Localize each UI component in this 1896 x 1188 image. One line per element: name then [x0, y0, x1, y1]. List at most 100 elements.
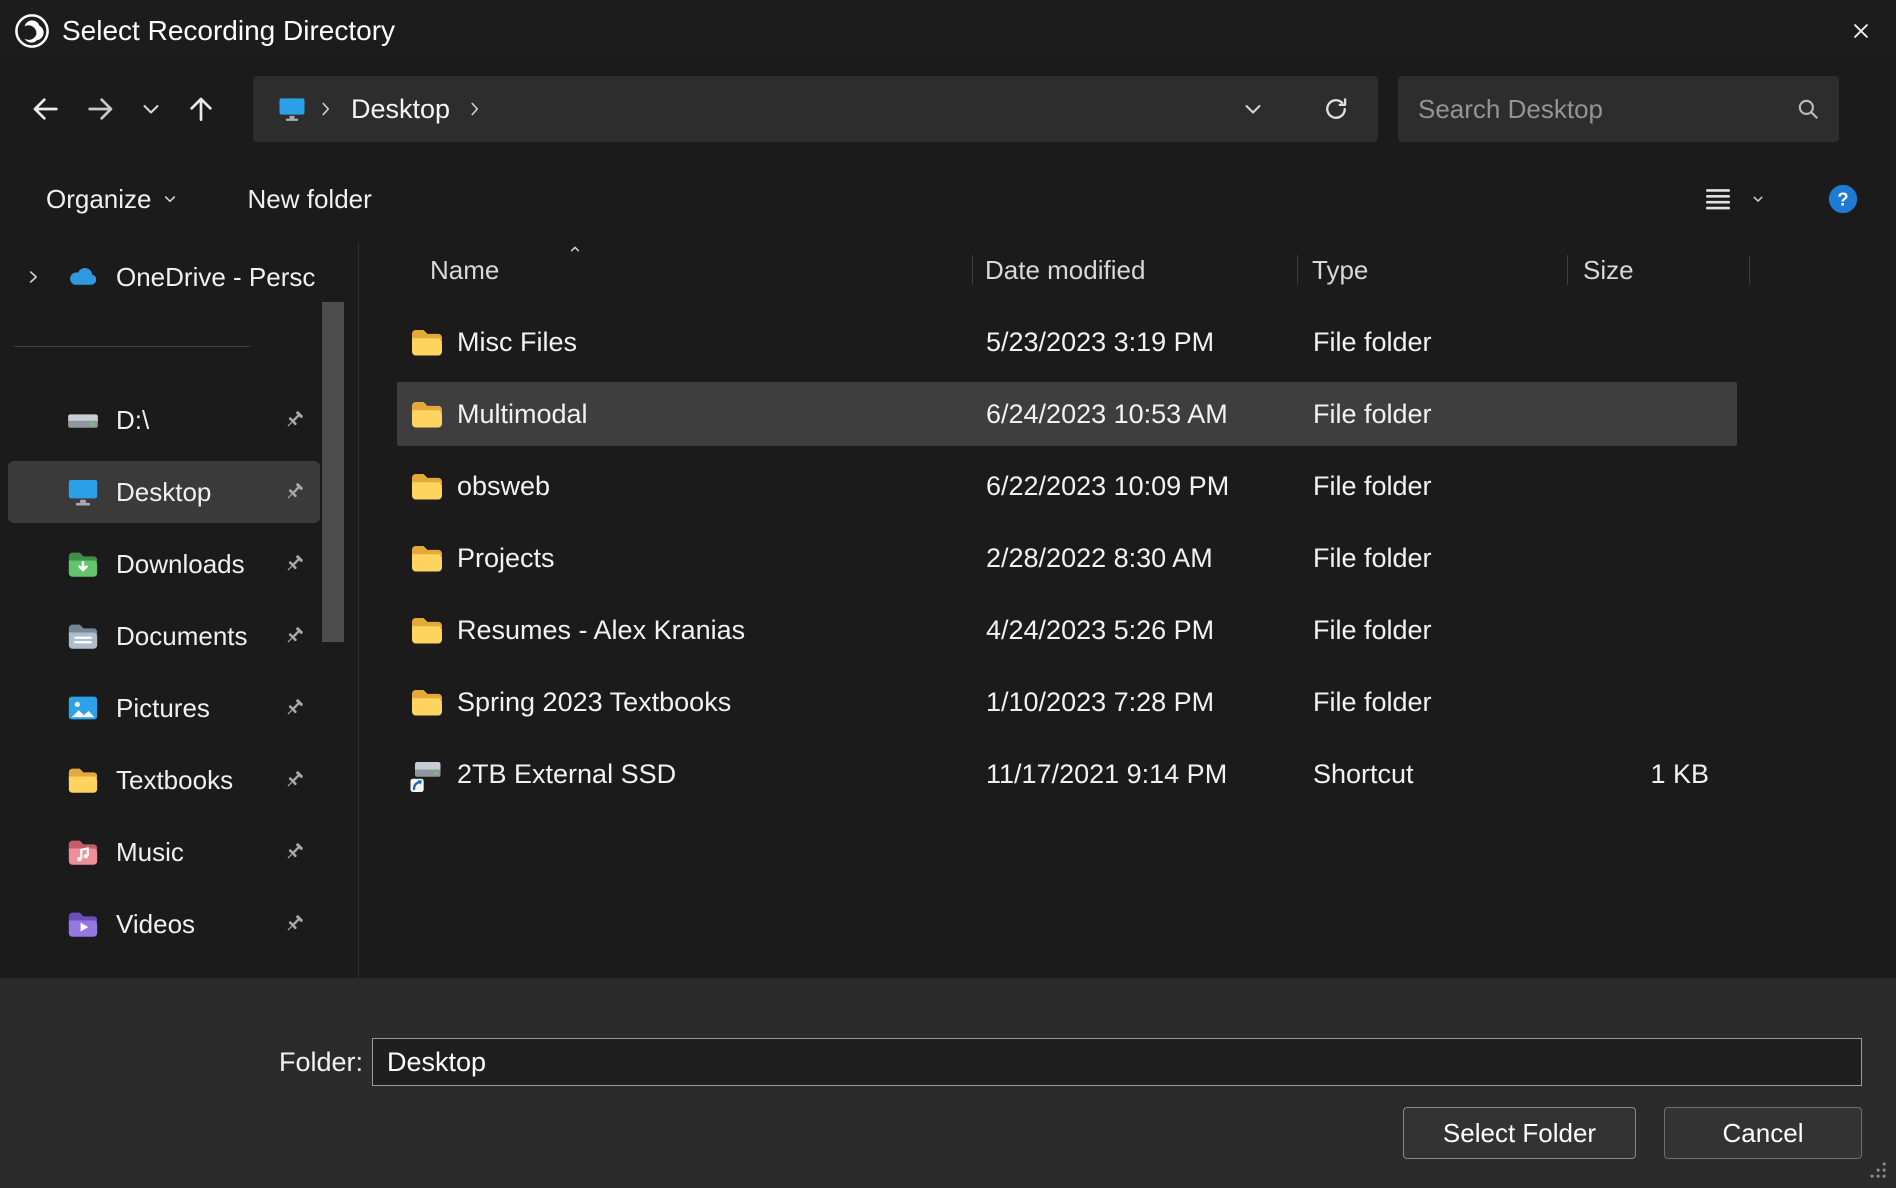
close-button[interactable] — [1826, 0, 1896, 62]
sort-ascending-icon[interactable] — [565, 239, 585, 259]
sidebar-item-d[interactable]: D:\ — [8, 389, 320, 451]
sidebar-item-label: Desktop — [116, 477, 211, 508]
sidebar-item-downloads[interactable]: Downloads — [8, 533, 320, 595]
up-icon — [185, 93, 217, 125]
chevron-down-icon — [162, 191, 178, 207]
column-label: Type — [1312, 255, 1368, 286]
sidebar-item-label: D:\ — [116, 405, 149, 436]
downloads-icon — [66, 547, 102, 581]
organize-label: Organize — [46, 184, 152, 215]
file-type: File folder — [1301, 399, 1571, 430]
navigation-bar: Desktop — [0, 62, 1896, 156]
pin-icon — [282, 840, 306, 864]
file-row-2tb-external-ssd[interactable]: 2TB External SSD11/17/2021 9:14 PMShortc… — [397, 742, 1737, 806]
column-header-date-modified[interactable]: Date modified — [973, 242, 1298, 298]
forward-button[interactable] — [73, 81, 129, 137]
sidebar-item-videos[interactable]: Videos — [8, 893, 320, 955]
details-view-icon — [1702, 183, 1734, 215]
refresh-button[interactable] — [1308, 81, 1364, 137]
column-label: Name — [430, 255, 499, 286]
folder-row: Folder: — [0, 1038, 1862, 1086]
dialog-buttons: Select Folder Cancel — [0, 1107, 1862, 1159]
folder-icon — [66, 763, 100, 797]
help-button[interactable]: ? — [1826, 182, 1860, 216]
organize-button[interactable]: Organize — [42, 174, 182, 225]
file-date-modified: 4/24/2023 5:26 PM — [986, 615, 1301, 646]
file-name-cell: 2TB External SSD — [397, 756, 986, 792]
column-header-type[interactable]: Type — [1298, 242, 1568, 298]
sidebar-item-textbooks[interactable]: Textbooks — [8, 749, 320, 811]
file-row-resumes-alex-kranias[interactable]: Resumes - Alex Kranias 4/24/2023 5:26 PMF… — [397, 598, 1737, 662]
onedrive-icon — [66, 260, 102, 294]
sidebar-divider — [14, 346, 250, 347]
file-row-spring-2023-textbooks[interactable]: Spring 2023 Textbooks1/10/2023 7:28 PMFi… — [397, 670, 1737, 734]
sidebar-item-desktop[interactable]: Desktop — [8, 461, 320, 523]
pin-icon — [282, 912, 306, 936]
sidebar-item-documents[interactable]: Documents — [8, 605, 320, 667]
file-date-modified: 11/17/2021 9:14 PM — [986, 759, 1301, 790]
sidebar-item-music[interactable]: Music — [8, 821, 320, 883]
file-row-projects[interactable]: Projects2/28/2022 8:30 AMFile folder — [397, 526, 1737, 590]
column-header-name[interactable]: Name — [359, 242, 973, 298]
file-name: Resumes - Alex Kranias — [457, 615, 745, 646]
desktop-icon — [66, 475, 100, 509]
search-input[interactable] — [1418, 94, 1795, 125]
file-date-modified: 1/10/2023 7:28 PM — [986, 687, 1301, 718]
file-name-cell: Misc Files — [397, 324, 986, 360]
address-bar[interactable]: Desktop — [253, 76, 1378, 142]
drive-icon — [66, 403, 100, 437]
pictures-icon — [66, 691, 100, 725]
folder-icon — [409, 468, 445, 504]
file-date-modified: 6/22/2023 10:09 PM — [986, 471, 1301, 502]
scrollbar-thumb[interactable] — [322, 302, 344, 642]
change-view-button[interactable] — [1696, 177, 1740, 221]
expand-chevron-slot[interactable] — [22, 266, 56, 288]
file-type: File folder — [1301, 471, 1571, 502]
file-row-misc-files[interactable]: Misc Files5/23/2023 3:19 PMFile folder — [397, 310, 1737, 374]
file-row-obsweb[interactable]: obsweb 6/22/2023 10:09 PMFile folder — [397, 454, 1737, 518]
recent-locations-button[interactable] — [129, 81, 173, 137]
obs-logo-icon — [14, 13, 50, 49]
sidebar-item-label: Music — [116, 837, 184, 868]
chevron-down-icon — [1241, 97, 1265, 121]
address-dropdown-button[interactable] — [1225, 81, 1281, 137]
sidebar-item-label: Downloads — [116, 549, 245, 580]
downloads-icon — [66, 547, 100, 581]
pin-icon — [282, 768, 306, 792]
file-date-modified: 2/28/2022 8:30 AM — [986, 543, 1301, 574]
file-name: Misc Files — [457, 327, 577, 358]
file-type: File folder — [1301, 687, 1571, 718]
back-button[interactable] — [17, 81, 73, 137]
breadcrumb-chevron-icon[interactable] — [315, 98, 337, 120]
resize-grip[interactable] — [1866, 1158, 1888, 1180]
select-folder-button[interactable]: Select Folder — [1403, 1107, 1636, 1159]
documents-icon — [66, 619, 102, 653]
folder-name-input[interactable] — [372, 1038, 1862, 1086]
up-button[interactable] — [173, 81, 229, 137]
column-label: Date modified — [985, 255, 1145, 286]
sidebar-item-onedrive-persc[interactable]: OneDrive - Persc — [8, 246, 320, 308]
new-folder-button[interactable]: New folder — [244, 174, 376, 225]
file-name: obsweb — [457, 471, 550, 502]
sidebar-item-pictures[interactable]: Pictures — [8, 677, 320, 739]
file-type: File folder — [1301, 615, 1571, 646]
view-options-dropdown[interactable] — [1746, 177, 1770, 221]
videos-icon — [66, 907, 102, 941]
file-date-modified: 5/23/2023 3:19 PM — [986, 327, 1301, 358]
footer-panel: Folder: Select Folder Cancel — [0, 978, 1896, 1188]
folder-field-label: Folder: — [0, 1047, 363, 1078]
column-label: Size — [1583, 255, 1634, 286]
breadcrumb-desktop[interactable]: Desktop — [345, 90, 456, 129]
sidebar-scrollbar[interactable] — [322, 242, 358, 978]
column-header-size[interactable]: Size — [1568, 242, 1750, 298]
file-list: Misc Files5/23/2023 3:19 PMFile folderMu… — [359, 298, 1896, 814]
file-row-multimodal[interactable]: Multimodal6/24/2023 10:53 AMFile folder — [397, 382, 1737, 446]
drive-icon — [66, 403, 102, 437]
sidebar-item-label: OneDrive - Persc — [116, 262, 315, 293]
breadcrumb-chevron-icon[interactable] — [464, 98, 486, 120]
cancel-button[interactable]: Cancel — [1664, 1107, 1862, 1159]
sidebar-item-label: Pictures — [116, 693, 210, 724]
dialog-title: Select Recording Directory — [62, 15, 395, 47]
file-name-cell: Multimodal — [397, 396, 986, 432]
file-name-cell: Resumes - Alex Kranias — [397, 612, 986, 648]
